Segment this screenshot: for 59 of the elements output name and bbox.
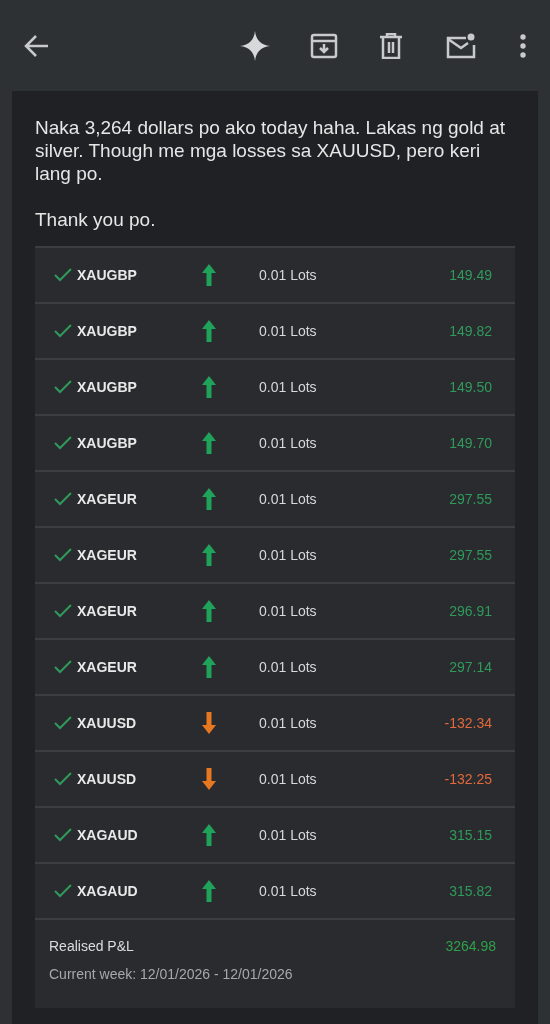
lot-size-text: 0.01 Lots [259,769,317,789]
lot-size-text: 0.01 Lots [259,433,317,453]
profit-text: 149.50 [449,377,492,397]
checkmark-icon [54,604,72,618]
checkmark-icon [54,436,72,450]
symbol-text: XAUGBP [77,321,138,341]
symbol-text: XAGEUR [77,657,138,677]
checkmark-icon [54,716,72,730]
profit-text: -132.34 [444,713,492,733]
sparkle-icon[interactable] [240,30,270,61]
checkmark-icon [54,828,72,842]
checkmark-icon [54,660,72,674]
summary-label: Realised P&L [49,937,134,956]
checkmark-icon [54,492,72,506]
trash-icon[interactable] [379,32,403,59]
more-options-icon[interactable] [520,33,526,58]
symbol-text: XAUUSD [77,769,138,789]
total-profit-text: 3264.98 [445,937,496,956]
symbol-text: XAGEUR [77,545,138,565]
symbol-text: XAGAUD [77,825,139,845]
profit-text: 297.14 [449,657,492,677]
profit-text: 149.49 [449,265,492,285]
lot-size-text: 0.01 Lots [259,321,317,341]
checkmark-icon [54,324,72,338]
lot-size-text: 0.01 Lots [259,545,317,565]
lot-size-text: 0.01 Lots [259,657,317,677]
profit-text: 149.82 [449,321,492,341]
symbol-text: XAGEUR [77,601,138,621]
lot-size-text: 0.01 Lots [259,377,317,397]
message-text: Naka 3,264 dollars po ako today haha. Lakas ng gold at silver. Though me mga losses sa XAUUSD, pero keri lang po. [35,116,507,185]
profit-text: 297.55 [449,545,492,565]
profit-text: 315.82 [449,881,492,901]
profit-text: 315.15 [449,825,492,845]
profit-text: 149.70 [449,433,492,453]
back-arrow-icon[interactable] [24,33,50,58]
message-text: Thank you po. [35,208,157,231]
profit-text: 297.55 [449,489,492,509]
symbol-text: XAGEUR [77,489,138,509]
lot-size-text: 0.01 Lots [259,825,317,845]
checkmark-icon [54,380,72,394]
symbol-text: XAGAUD [77,881,139,901]
lot-size-text: 0.01 Lots [259,601,317,621]
archive-icon[interactable] [310,32,338,59]
checkmark-icon [54,884,72,898]
symbol-text: XAUGBP [77,265,138,285]
checkmark-icon [54,548,72,562]
symbol-text: XAUGBP [77,433,138,453]
symbol-text: XAUUSD [77,713,138,733]
checkmark-icon [54,772,72,786]
lot-size-text: 0.01 Lots [259,489,317,509]
period-text: Current week: 12/01/2026 - 12/01/2026 [49,965,294,984]
lot-size-text: 0.01 Lots [259,713,317,733]
symbol-text: XAUGBP [77,377,138,397]
mail-unread-icon[interactable] [446,32,476,59]
profit-text: 296.91 [449,601,492,621]
profit-text: -132.25 [444,769,492,789]
lot-size-text: 0.01 Lots [259,881,317,901]
lot-size-text: 0.01 Lots [259,265,317,285]
checkmark-icon [54,268,72,282]
